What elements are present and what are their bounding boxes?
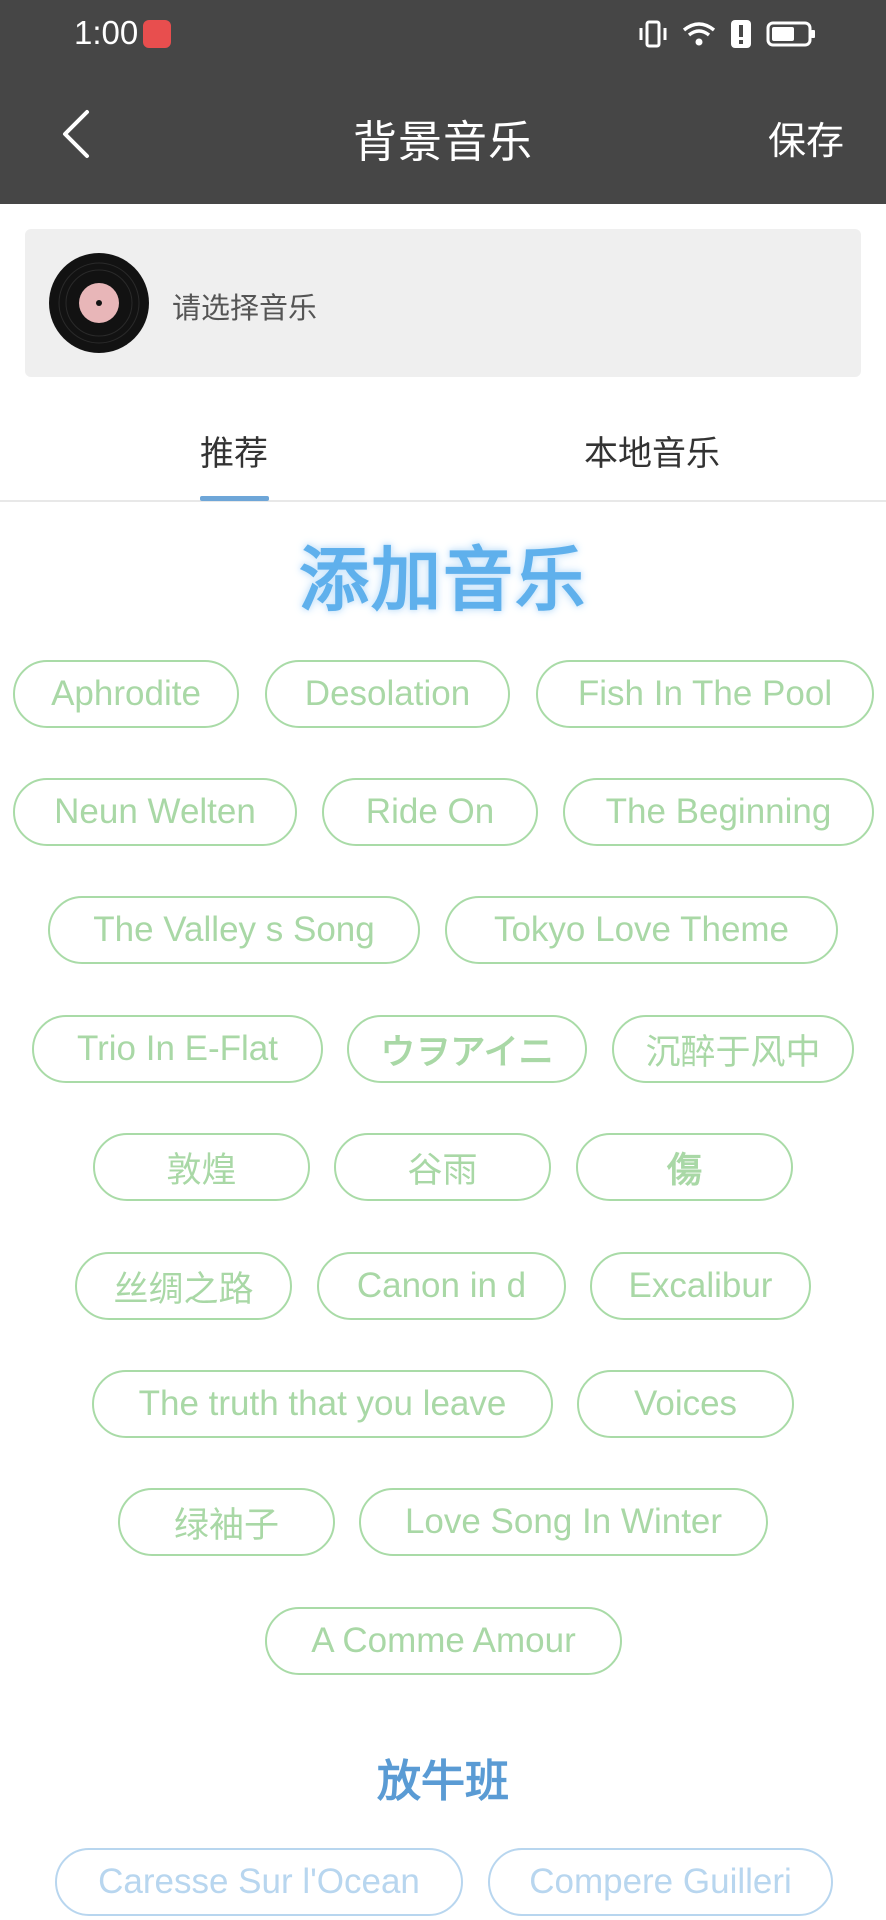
music-tag[interactable]: Trio In E-Flat bbox=[32, 1015, 323, 1083]
music-tag[interactable]: 谷雨 bbox=[334, 1133, 551, 1201]
save-button[interactable]: 保存 bbox=[768, 110, 844, 165]
music-tag[interactable]: Canon in d bbox=[317, 1252, 566, 1320]
music-tag[interactable]: 傷 bbox=[576, 1133, 793, 1201]
music-tag[interactable]: Caresse Sur l'Ocean bbox=[55, 1848, 463, 1916]
music-tag[interactable]: The Beginning bbox=[563, 778, 874, 846]
section-title-category: 放牛班 bbox=[377, 1756, 509, 1807]
page-title: 背景音乐 bbox=[353, 117, 533, 168]
wifi-icon bbox=[682, 20, 716, 48]
music-tag[interactable]: The Valley s Song bbox=[48, 896, 420, 964]
music-card-label: 请选择音乐 bbox=[172, 291, 318, 325]
music-tag[interactable]: 沉醉于风中 bbox=[612, 1015, 854, 1083]
status-time: 1:00 bbox=[74, 14, 139, 51]
music-tag[interactable]: Compere Guilleri bbox=[488, 1848, 833, 1916]
music-tag[interactable]: Fish In The Pool bbox=[536, 660, 874, 728]
music-tag[interactable]: Excalibur bbox=[590, 1252, 811, 1320]
music-tag[interactable]: 丝绸之路 bbox=[75, 1252, 292, 1320]
vinyl-record-icon bbox=[49, 253, 149, 353]
section-title-add-music: 添加音乐 bbox=[299, 539, 587, 621]
music-tag[interactable]: 敦煌 bbox=[93, 1133, 310, 1201]
music-tag[interactable]: The truth that you leave bbox=[92, 1370, 553, 1438]
status-bar: 1:00 bbox=[0, 0, 886, 68]
tab-recommended[interactable]: 推荐 bbox=[200, 426, 268, 475]
music-tag[interactable]: 绿袖子 bbox=[118, 1488, 335, 1556]
tag-list-overflow: Caresse Sur l'Ocean Compere Guilleri bbox=[0, 1848, 886, 1920]
alert-icon bbox=[730, 19, 752, 49]
tab-local-music[interactable]: 本地音乐 bbox=[584, 426, 720, 475]
music-tag[interactable]: Aphrodite bbox=[13, 660, 239, 728]
music-tag[interactable]: Neun Welten bbox=[13, 778, 297, 846]
select-music-card[interactable]: 请选择音乐 bbox=[25, 229, 861, 377]
music-tag[interactable]: ウヲアイニ bbox=[347, 1015, 587, 1083]
music-tag[interactable]: A Comme Amour bbox=[265, 1607, 622, 1675]
music-tag[interactable]: Tokyo Love Theme bbox=[445, 896, 838, 964]
app-notification-icon bbox=[143, 20, 171, 48]
status-icons bbox=[638, 18, 816, 50]
music-tag[interactable]: Desolation bbox=[265, 660, 510, 728]
music-tag[interactable]: Voices bbox=[577, 1370, 794, 1438]
tab-active-indicator bbox=[200, 496, 269, 501]
vibrate-icon bbox=[638, 20, 668, 48]
tab-bar: 推荐 本地音乐 bbox=[0, 408, 886, 502]
music-tag[interactable]: Love Song In Winter bbox=[359, 1488, 768, 1556]
music-tag[interactable]: Ride On bbox=[322, 778, 538, 846]
app-bar: 背景音乐 保存 bbox=[0, 68, 886, 204]
battery-icon bbox=[766, 20, 816, 48]
